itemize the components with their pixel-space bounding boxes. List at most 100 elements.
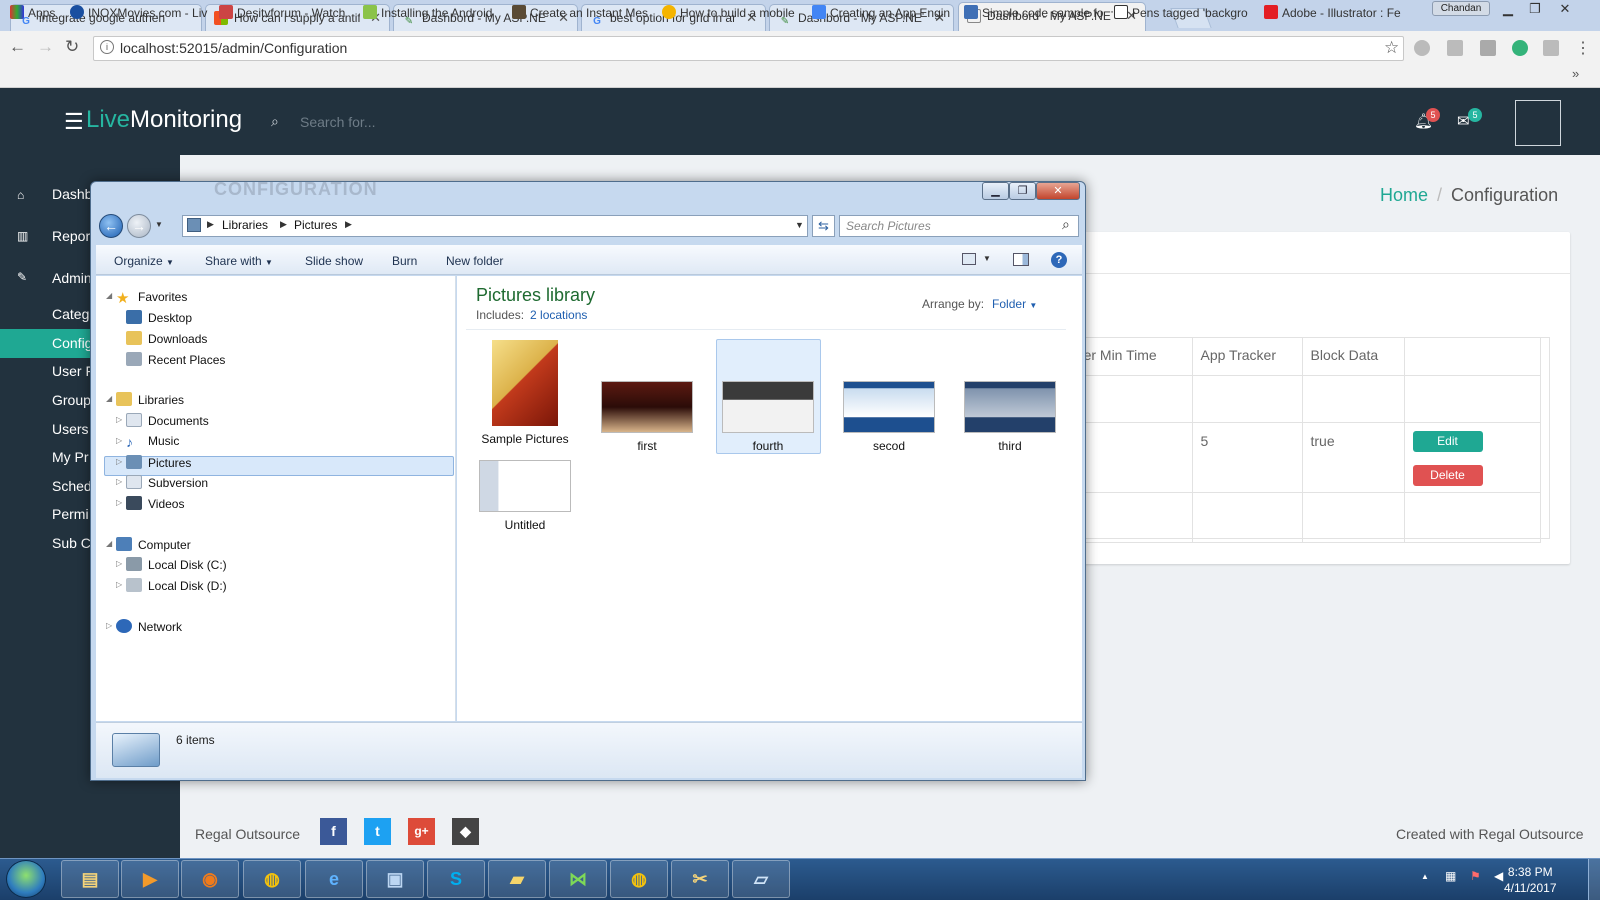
extension-icon[interactable] bbox=[1414, 40, 1430, 56]
sidebar-item-group[interactable]: Group bbox=[52, 392, 91, 408]
slide-show-button[interactable]: Slide show bbox=[305, 254, 363, 268]
nav-videos[interactable]: Videos bbox=[126, 496, 184, 511]
bookmark-8[interactable]: Pens tagged 'backgro bbox=[1114, 5, 1254, 20]
more-bookmarks-icon[interactable]: » bbox=[1572, 66, 1579, 81]
explorer-taskbar-icon[interactable]: ▤ bbox=[61, 860, 119, 898]
media-player-taskbar-icon[interactable]: ▶ bbox=[121, 860, 179, 898]
arrange-by-dropdown[interactable]: Folder bbox=[992, 297, 1026, 311]
system-clock[interactable]: 8:38 PM 4/11/2017 bbox=[1504, 864, 1557, 896]
collapsed-icon[interactable]: ▷ bbox=[116, 477, 122, 486]
collapsed-icon[interactable]: ▷ bbox=[116, 436, 122, 445]
facebook-icon[interactable]: f bbox=[320, 818, 347, 845]
reload-icon[interactable]: ↻ bbox=[65, 37, 79, 57]
app-logo[interactable]: LiveMonitoring bbox=[86, 106, 242, 134]
bookmark-3[interactable]: Installing the Android bbox=[363, 5, 502, 20]
sidebar-item-sub-category[interactable]: Sub C bbox=[52, 535, 91, 551]
chrome-taskbar-icon[interactable]: ◍ bbox=[610, 860, 668, 898]
network-tray-icon[interactable]: ▦ bbox=[1445, 869, 1456, 883]
delete-button[interactable]: Delete bbox=[1412, 465, 1483, 486]
nav-favorites[interactable]: ★ Favorites bbox=[116, 289, 187, 307]
bookmark-apps[interactable]: Apps bbox=[10, 5, 62, 20]
nav-downloads[interactable]: Downloads bbox=[126, 331, 207, 346]
sidebar-item-user[interactable]: User F bbox=[52, 363, 94, 379]
chevron-down-icon[interactable]: ▼ bbox=[1029, 301, 1037, 310]
show-hidden-icons-icon[interactable]: ▲ bbox=[1421, 872, 1429, 881]
bookmark-7[interactable]: Simple code sample fo bbox=[964, 5, 1104, 20]
address-crumb[interactable]: Pictures bbox=[294, 218, 337, 232]
nav-desktop[interactable]: Desktop bbox=[126, 310, 192, 325]
view-options-icon[interactable]: ▼ bbox=[983, 254, 991, 263]
file-item-sample-pictures[interactable]: Sample Pictures bbox=[475, 340, 575, 446]
breadcrumb-home[interactable]: Home bbox=[1380, 185, 1428, 205]
start-button[interactable] bbox=[6, 860, 46, 898]
visual-studio-code-taskbar-icon[interactable]: ⋈ bbox=[549, 860, 607, 898]
volume-icon[interactable]: ◀ bbox=[1494, 869, 1503, 883]
locations-link[interactable]: 2 locations bbox=[530, 308, 587, 322]
bookmark-6[interactable]: Creating an App Engin bbox=[812, 5, 954, 20]
burn-button[interactable]: Burn bbox=[392, 254, 417, 268]
close-window-icon[interactable]: ✕ bbox=[1552, 0, 1578, 18]
upload-extension-icon[interactable] bbox=[1543, 40, 1559, 56]
expand-icon[interactable]: ◢ bbox=[106, 394, 112, 403]
sticky-notes-taskbar-icon[interactable]: ▰ bbox=[488, 860, 546, 898]
help-icon[interactable]: ? bbox=[1051, 252, 1067, 268]
recent-pages-icon[interactable]: ▼ bbox=[155, 220, 163, 229]
file-item-first[interactable]: first bbox=[597, 381, 697, 453]
nav-subversion[interactable]: Subversion bbox=[126, 475, 208, 490]
collapsed-icon[interactable]: ▷ bbox=[116, 580, 122, 589]
search-icon[interactable]: ⌕ bbox=[1062, 216, 1070, 233]
github-icon[interactable]: ◆ bbox=[452, 818, 479, 845]
hamburger-icon[interactable]: ☰ bbox=[64, 109, 84, 135]
remote-desktop-taskbar-icon[interactable]: ▣ bbox=[366, 860, 424, 898]
sidebar-item-my-profile[interactable]: My Pr bbox=[52, 449, 89, 465]
paint-taskbar-icon[interactable]: ▱ bbox=[732, 860, 790, 898]
bookmark-5[interactable]: How to build a mobile bbox=[662, 5, 802, 20]
bookmark-4[interactable]: Create an Instant Mes bbox=[512, 5, 652, 20]
firefox-taskbar-icon[interactable]: ◉ bbox=[181, 860, 239, 898]
action-center-icon[interactable]: ⚑ bbox=[1470, 869, 1481, 883]
collapsed-icon[interactable]: ▷ bbox=[116, 559, 122, 568]
nav-documents[interactable]: Documents bbox=[126, 413, 209, 428]
explorer-back-button[interactable]: ← bbox=[99, 214, 123, 238]
profile-button[interactable]: Chandan bbox=[1432, 1, 1490, 16]
new-folder-button[interactable]: New folder bbox=[446, 254, 503, 268]
explorer-close-button[interactable]: ✕ bbox=[1036, 182, 1080, 200]
chat-extension-icon[interactable] bbox=[1512, 40, 1528, 56]
edit-button[interactable]: Edit bbox=[1412, 431, 1483, 452]
nav-local-disk-c[interactable]: Local Disk (C:) bbox=[126, 557, 227, 572]
nav-recent-places[interactable]: Recent Places bbox=[126, 352, 225, 367]
nav-computer[interactable]: Computer bbox=[116, 537, 191, 552]
nav-pictures[interactable]: Pictures bbox=[126, 455, 191, 470]
share-with-button[interactable]: Share with ▼ bbox=[205, 254, 273, 268]
file-item-secod[interactable]: secod bbox=[839, 381, 939, 453]
collapsed-icon[interactable]: ▷ bbox=[116, 415, 122, 424]
bookmark-1[interactable]: INOXMovies.com - Liv bbox=[70, 5, 209, 20]
sidebar-item-reports[interactable]: Repor bbox=[52, 228, 90, 244]
file-item-third[interactable]: third bbox=[960, 381, 1060, 453]
avatar[interactable] bbox=[1515, 100, 1561, 146]
sidebar-item-dashboard[interactable]: Dashb bbox=[52, 186, 92, 202]
menu-icon[interactable]: ⋮ bbox=[1575, 38, 1591, 58]
preview-pane-icon[interactable] bbox=[1013, 253, 1029, 266]
grammarly-icon[interactable] bbox=[1447, 40, 1463, 56]
show-desktop-button[interactable] bbox=[1588, 859, 1600, 900]
maximize-icon[interactable]: ❐ bbox=[1522, 0, 1548, 18]
explorer-minimize-button[interactable]: ▁ bbox=[982, 182, 1009, 200]
file-item-fourth[interactable]: fourth bbox=[718, 381, 818, 453]
collapsed-icon[interactable]: ▷ bbox=[106, 621, 112, 630]
google-plus-icon[interactable]: g+ bbox=[408, 818, 435, 845]
file-item-untitled[interactable]: Untitled bbox=[475, 460, 575, 532]
expand-icon[interactable]: ◢ bbox=[106, 539, 112, 548]
camera-icon[interactable] bbox=[1480, 40, 1496, 56]
back-icon[interactable]: ← bbox=[9, 37, 26, 57]
skype-taskbar-icon[interactable]: S bbox=[427, 860, 485, 898]
sidebar-item-schedule[interactable]: Sched bbox=[52, 478, 92, 494]
explorer-address-bar[interactable] bbox=[182, 215, 808, 237]
chrome-taskbar-icon[interactable]: ◍ bbox=[243, 860, 301, 898]
sidebar-item-permission[interactable]: Permi bbox=[52, 506, 89, 522]
sidebar-item-users[interactable]: Users bbox=[52, 421, 89, 437]
sidebar-item-admin[interactable]: Admin bbox=[52, 270, 92, 286]
nav-local-disk-d[interactable]: Local Disk (D:) bbox=[126, 578, 227, 593]
sidebar-item-category[interactable]: Categ bbox=[52, 306, 89, 322]
star-icon[interactable]: ☆ bbox=[1384, 38, 1399, 58]
